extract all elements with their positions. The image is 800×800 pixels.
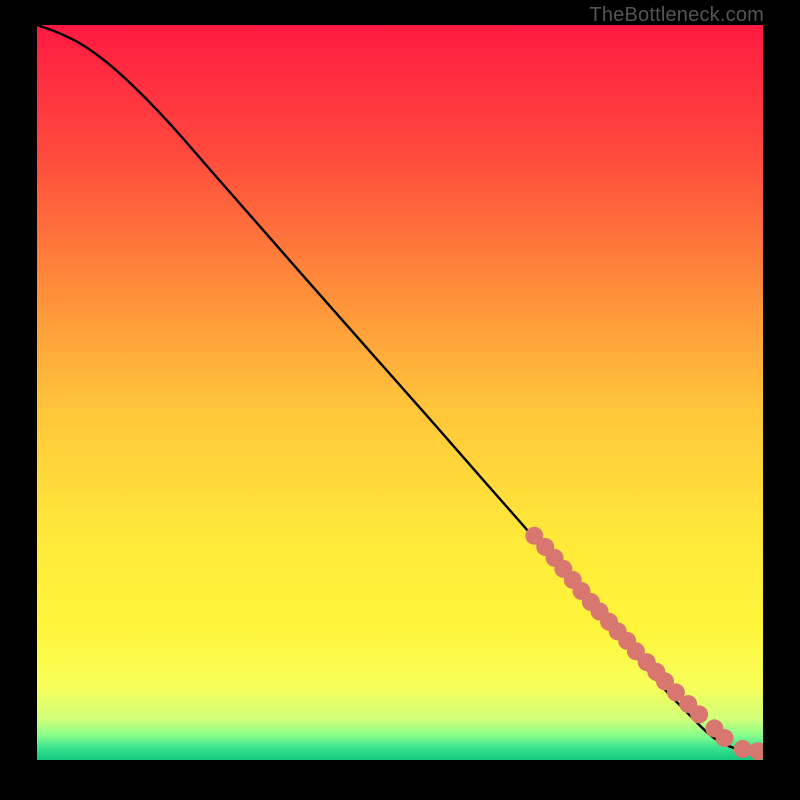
scatter-dot	[734, 740, 752, 758]
scatter-dot	[690, 705, 708, 723]
plot-area	[37, 25, 763, 760]
chart-stage: TheBottleneck.com	[0, 0, 800, 800]
plot-background	[37, 25, 763, 760]
watermark-text: TheBottleneck.com	[589, 4, 764, 27]
scatter-dot	[716, 729, 734, 747]
plot-svg	[37, 25, 763, 760]
